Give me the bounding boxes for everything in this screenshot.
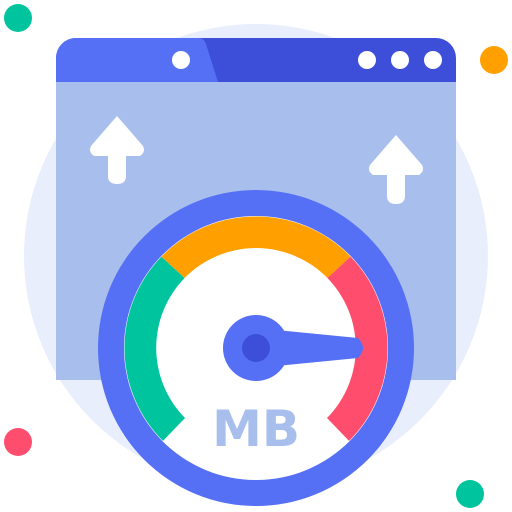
decor-dot-green-bottom — [456, 480, 484, 508]
window-tab — [56, 38, 218, 82]
tab-dot — [172, 51, 190, 69]
unit-label: MB — [212, 400, 300, 458]
speed-test-illustration: MB — [4, 4, 508, 508]
window-dot-3 — [424, 51, 442, 69]
speedometer-gauge: MB — [98, 190, 414, 506]
decor-dot-green-top — [4, 4, 32, 32]
window-dot-1 — [358, 51, 376, 69]
speed-test-icon: MB — [0, 0, 512, 512]
gauge-hub-inner — [242, 334, 270, 362]
decor-dot-red — [4, 428, 32, 456]
decor-dot-orange — [480, 46, 508, 74]
window-dot-2 — [391, 51, 409, 69]
